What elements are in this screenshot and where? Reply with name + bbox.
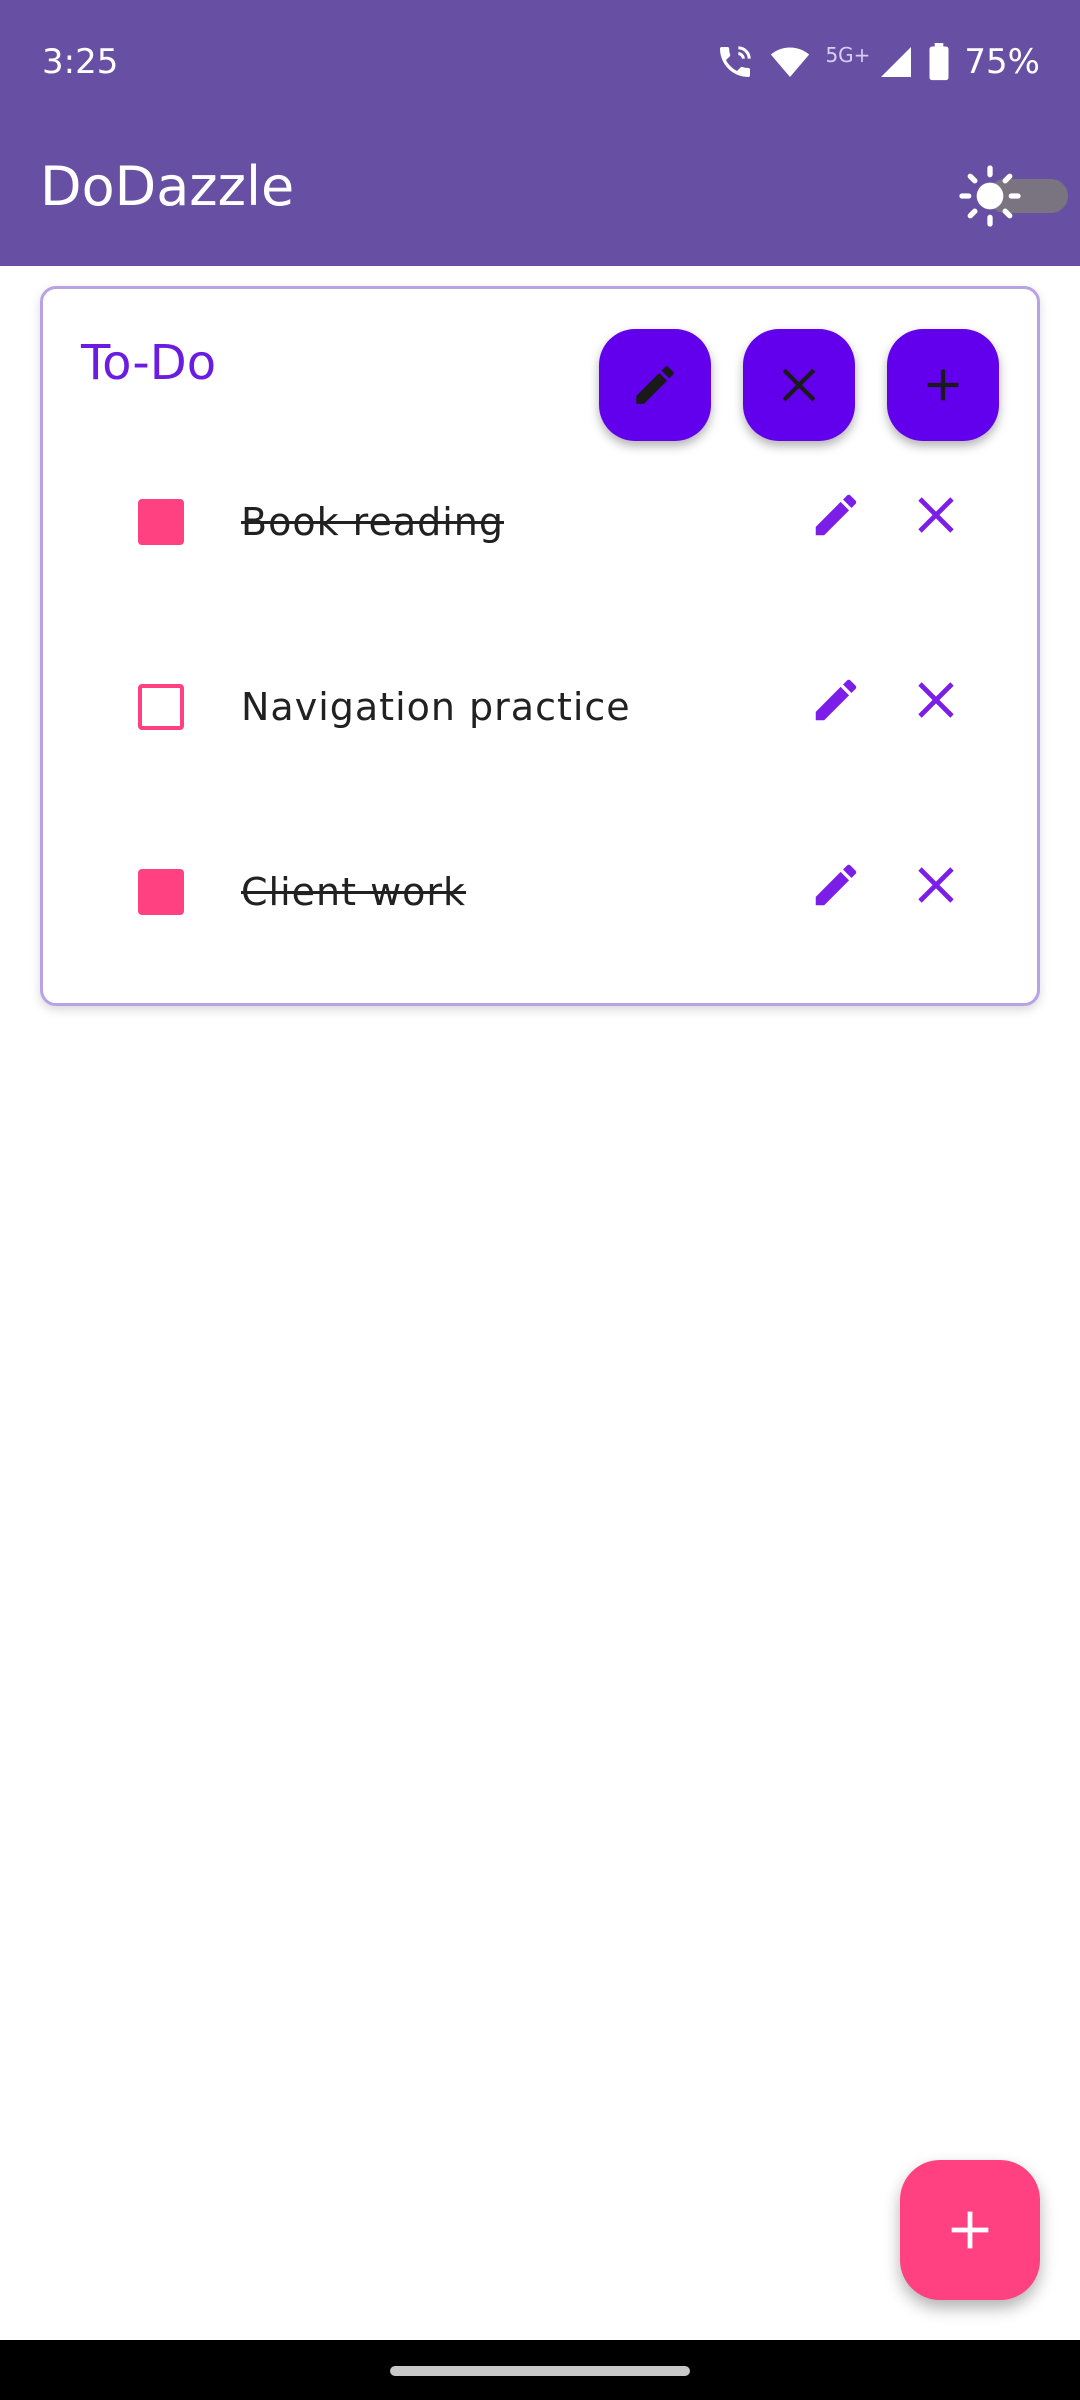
status-time: 3:25 <box>42 42 119 82</box>
navigation-bar <box>0 2340 1080 2400</box>
pencil-icon <box>636 366 674 404</box>
close-icon <box>782 368 816 402</box>
edit-item-button[interactable] <box>801 850 871 920</box>
plus-icon <box>951 2211 989 2249</box>
add-item-button[interactable] <box>887 329 999 441</box>
wifi-calling-icon <box>720 46 752 77</box>
app-bar: DoDazzle <box>0 126 1080 266</box>
todo-checkbox[interactable] <box>138 869 184 915</box>
todo-item: Client work <box>43 832 1037 952</box>
status-bar: 3:25 5G+ 75% <box>0 0 1080 126</box>
todo-label: Client work <box>241 870 467 914</box>
pencil-icon <box>815 679 857 721</box>
todo-label: Book reading <box>241 500 504 544</box>
card-title: To-Do <box>81 335 217 391</box>
todo-item: Book reading <box>43 462 1037 582</box>
edit-item-button[interactable] <box>801 665 871 735</box>
close-icon <box>918 867 954 903</box>
battery-percent: 75% <box>964 42 1040 82</box>
pencil-icon <box>815 864 857 906</box>
edit-item-button[interactable] <box>801 480 871 550</box>
todo-card: To-Do Book reading Navigation practice C… <box>40 286 1040 1006</box>
close-icon <box>918 497 954 533</box>
delete-list-button[interactable] <box>743 329 855 441</box>
pencil-icon <box>815 494 857 536</box>
battery-icon <box>929 43 949 81</box>
delete-item-button[interactable] <box>901 480 971 550</box>
network-type: 5G+ <box>825 43 871 67</box>
wifi-icon <box>771 47 810 77</box>
todo-checkbox[interactable] <box>138 499 184 545</box>
todo-label: Navigation practice <box>241 685 631 729</box>
delete-item-button[interactable] <box>901 665 971 735</box>
home-gesture-handle[interactable] <box>390 2366 690 2376</box>
theme-toggle[interactable] <box>958 164 1068 228</box>
edit-list-button[interactable] <box>599 329 711 441</box>
sun-icon <box>959 165 1021 227</box>
plus-icon <box>927 369 959 401</box>
delete-item-button[interactable] <box>901 850 971 920</box>
close-icon <box>918 682 954 718</box>
status-icons: 5G+ 75% <box>715 38 1040 86</box>
add-list-fab[interactable] <box>900 2160 1040 2300</box>
card-actions <box>599 329 999 441</box>
todo-checkbox[interactable] <box>138 684 184 730</box>
cell-signal-icon <box>881 47 912 77</box>
todo-item: Navigation practice <box>43 647 1037 767</box>
app-title: DoDazzle <box>40 155 295 218</box>
